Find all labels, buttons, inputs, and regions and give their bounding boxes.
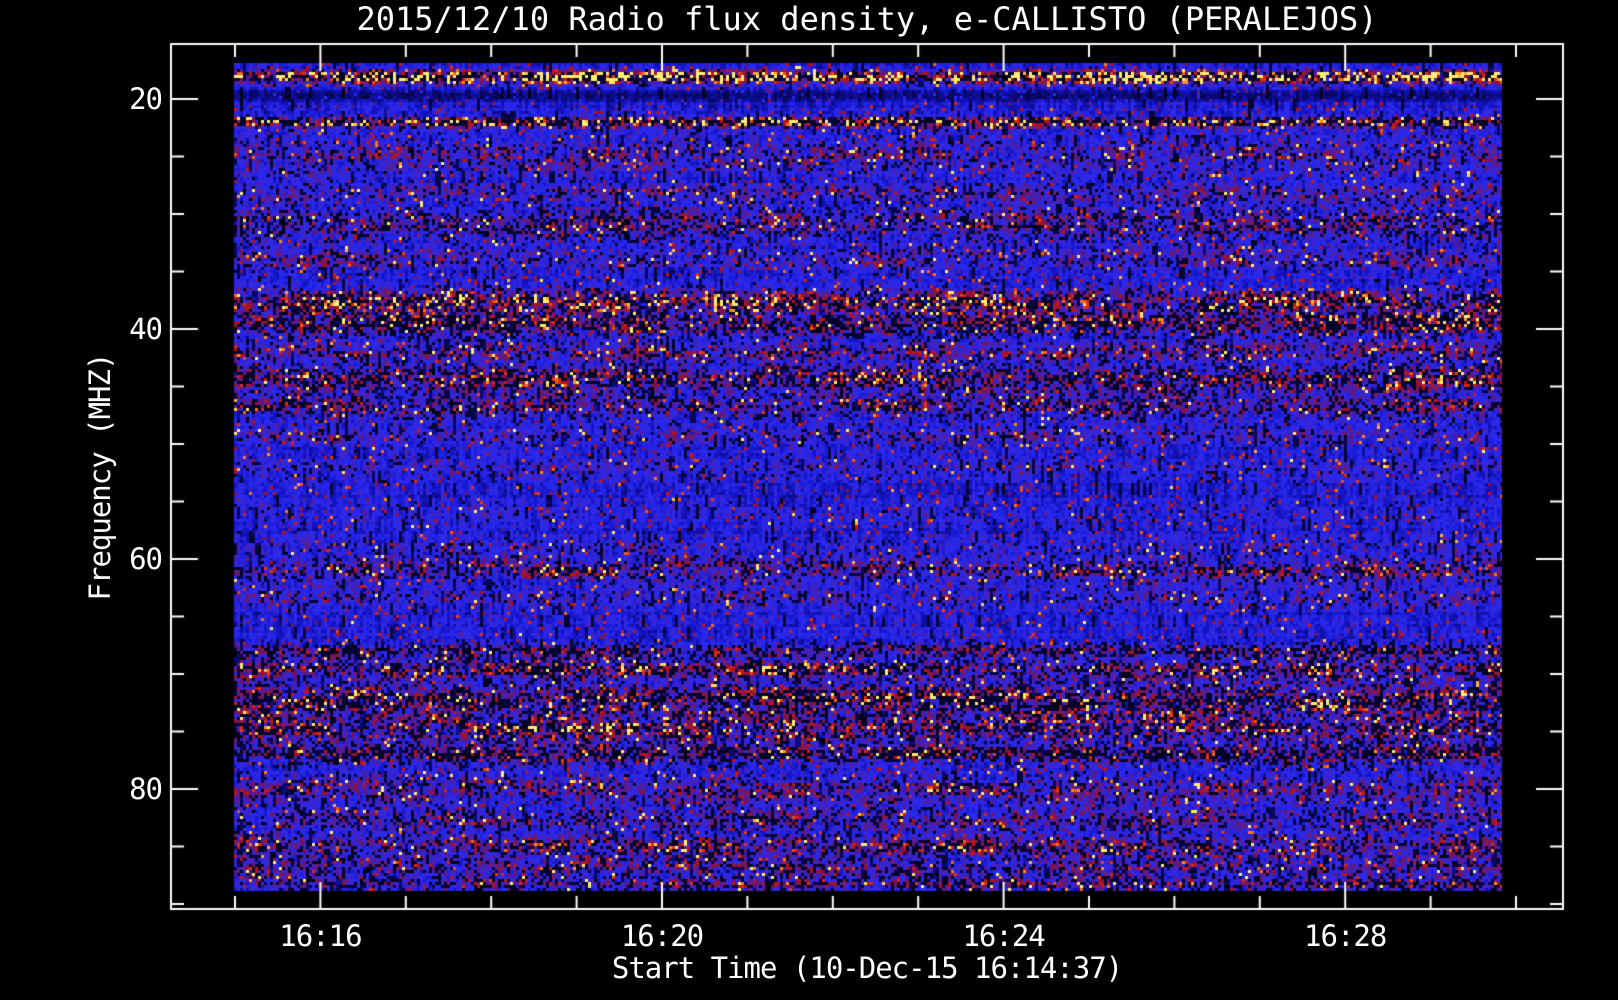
y-tick-label: 60 xyxy=(129,542,163,576)
x-axis-title: Start Time (10-Dec-15 16:14:37) xyxy=(611,951,1123,985)
y-tick-label: 80 xyxy=(129,772,163,806)
x-tick-label: 16:20 xyxy=(620,919,704,953)
y-tick-label: 20 xyxy=(129,82,163,116)
y-tick-label: 40 xyxy=(129,312,163,346)
spectrogram-figure: 2015/12/10 Radio flux density, e-CALLIST… xyxy=(0,0,1618,1000)
chart-title: 2015/12/10 Radio flux density, e-CALLIST… xyxy=(356,0,1378,38)
spectrogram-plot-canvas xyxy=(0,0,1618,1000)
x-tick-label: 16:28 xyxy=(1304,919,1387,953)
x-tick-label: 16:24 xyxy=(962,919,1045,953)
x-tick-label: 16:16 xyxy=(279,919,362,953)
